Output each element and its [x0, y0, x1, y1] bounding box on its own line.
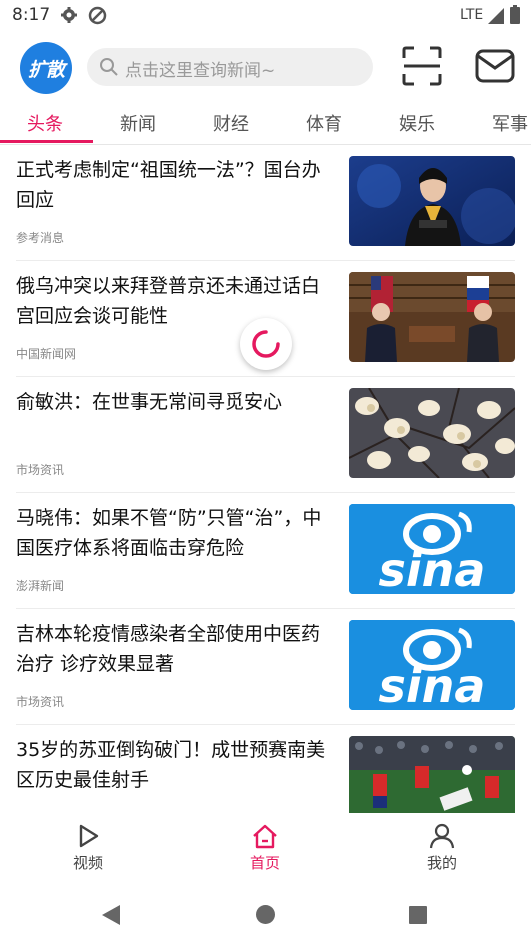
news-source: 中国新闻网	[16, 347, 77, 361]
search-icon	[99, 57, 119, 81]
back-button[interactable]	[101, 904, 121, 930]
nav-profile[interactable]: 我的	[397, 823, 487, 873]
back-icon	[102, 905, 120, 925]
news-title: 马晓伟：如果不管“防”只管“治”，中国医疗体系将面临击穿危险	[16, 507, 322, 559]
home-button[interactable]	[255, 904, 276, 929]
news-source: 澎湃新闻	[16, 579, 65, 593]
svg-text:sina: sina	[379, 659, 486, 710]
news-source: 市场资讯	[16, 463, 65, 477]
loading-spinner	[240, 318, 292, 370]
news-item[interactable]: 吉林本轮疫情感染者全部使用中医药治疗 诊疗效果显著 市场资讯 sina	[0, 609, 531, 725]
news-source: 市场资讯	[16, 695, 65, 709]
nav-label: 我的	[426, 854, 457, 872]
news-thumbnail	[349, 388, 515, 478]
news-thumbnail	[349, 156, 515, 246]
news-title: 正式考虑制定“祖国统一法”？国台办回应	[16, 159, 321, 211]
news-thumbnail-sina-logo: sina	[349, 504, 515, 594]
scan-button[interactable]	[402, 46, 442, 86]
news-item[interactable]: 35岁的苏亚倒钩破门！成世预赛南美区历史最佳射手	[0, 725, 531, 813]
news-title: 35岁的苏亚倒钩破门！成世预赛南美区历史最佳射手	[16, 739, 326, 791]
network-type: LTE	[460, 7, 484, 23]
nav-home[interactable]: 首页	[220, 823, 310, 873]
svg-text:sina: sina	[379, 543, 486, 594]
news-thumbnail-sina-logo: sina	[349, 620, 515, 710]
home-circle-icon	[256, 905, 275, 924]
system-nav-bar	[0, 880, 531, 945]
tab-headlines[interactable]: 头条	[27, 110, 63, 136]
nav-label: 首页	[249, 854, 280, 872]
news-source: 参考消息	[16, 231, 65, 245]
gear-icon	[60, 6, 78, 28]
message-button[interactable]	[475, 48, 515, 84]
loading-icon	[252, 330, 280, 358]
app-logo: 扩散	[20, 42, 72, 94]
news-title: 俞敏洪：在世事无常间寻觅安心	[16, 391, 283, 413]
search-placeholder: 点击这里查询新闻~	[125, 61, 276, 81]
battery-icon	[510, 5, 520, 28]
news-feed[interactable]: 正式考虑制定“祖国统一法”？国台办回应 参考消息 俄乌冲突以来拜登普京还未通过话…	[0, 145, 531, 813]
tab-entertainment[interactable]: 娱乐	[399, 110, 435, 136]
bottom-nav: 视频 首页 我的	[0, 813, 531, 879]
scan-icon	[402, 46, 442, 86]
blocked-icon	[88, 6, 107, 29]
tab-finance[interactable]: 财经	[213, 110, 249, 136]
user-icon	[429, 823, 455, 849]
signal-icon	[488, 8, 504, 28]
play-icon	[79, 824, 99, 848]
status-bar: 8:17 LTE	[0, 0, 531, 32]
app-header: 扩散 点击这里查询新闻~	[0, 36, 531, 98]
tab-sports[interactable]: 体育	[306, 110, 342, 136]
active-tab-indicator	[0, 140, 93, 143]
search-bar[interactable]: 点击这里查询新闻~	[87, 48, 373, 86]
tab-news[interactable]: 新闻	[120, 110, 156, 136]
mail-icon	[475, 49, 515, 83]
home-icon	[253, 824, 277, 849]
news-thumbnail	[349, 272, 515, 362]
nav-label: 视频	[72, 854, 103, 872]
news-title: 吉林本轮疫情感染者全部使用中医药治疗 诊疗效果显著	[16, 623, 321, 675]
news-item[interactable]: 马晓伟：如果不管“防”只管“治”，中国医疗体系将面临击穿危险 澎湃新闻 sina	[0, 493, 531, 609]
news-item[interactable]: 正式考虑制定“祖国统一法”？国台办回应 参考消息	[0, 145, 531, 261]
category-tabs: 头条 新闻 财经 体育 娱乐 军事	[0, 102, 531, 145]
news-item[interactable]: 俞敏洪：在世事无常间寻觅安心 市场资讯	[0, 377, 531, 493]
recents-icon	[409, 906, 427, 924]
tab-military[interactable]: 军事	[492, 110, 528, 136]
status-time: 8:17	[12, 5, 51, 25]
recents-button[interactable]	[408, 905, 428, 929]
nav-video[interactable]: 视频	[43, 823, 133, 873]
news-thumbnail	[349, 736, 515, 813]
